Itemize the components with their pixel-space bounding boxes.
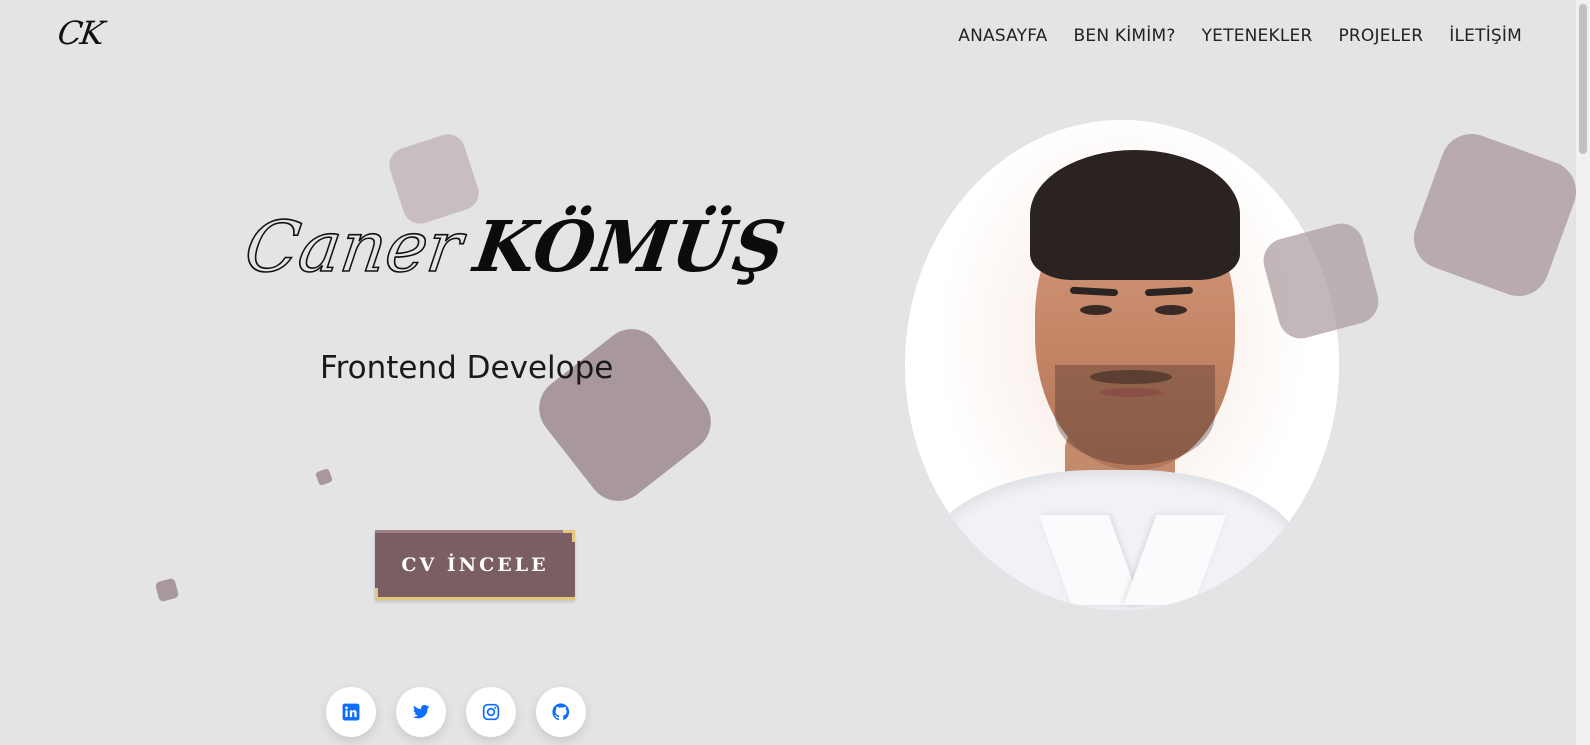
github-icon [552, 703, 570, 721]
scrollbar-thumb[interactable] [1579, 4, 1587, 154]
button-border-bottom [375, 597, 575, 600]
button-corner [563, 530, 575, 542]
button-border-top [375, 530, 575, 533]
cv-button-label: CV İNCELE [401, 554, 549, 576]
hero-first-name: Caner [239, 205, 468, 289]
main-nav: ANASAYFA BEN KİMİM? YETENEKLER PROJELER … [958, 26, 1522, 46]
github-button[interactable] [536, 687, 586, 737]
decor-square [154, 577, 180, 603]
decor-square [526, 316, 724, 514]
instagram-button[interactable] [466, 687, 516, 737]
decor-square [1405, 125, 1585, 305]
nav-item-ben-kimim[interactable]: BEN KİMİM? [1074, 26, 1176, 46]
linkedin-icon [342, 703, 360, 721]
twitter-button[interactable] [396, 687, 446, 737]
nav-item-yetenekler[interactable]: YETENEKLER [1202, 26, 1313, 46]
nav-item-projeler[interactable]: PROJELER [1338, 26, 1423, 46]
logo[interactable]: CK [55, 14, 105, 52]
scrollbar[interactable] [1576, 0, 1590, 745]
cv-button[interactable]: CV İNCELE [375, 530, 575, 600]
hero-name: CanerKÖMÜŞ [239, 205, 790, 289]
social-links [326, 687, 586, 737]
button-corner [375, 588, 387, 600]
page: CK ANASAYFA BEN KİMİM? YETENEKLER PROJEL… [0, 0, 1590, 745]
nav-item-anasayfa[interactable]: ANASAYFA [958, 26, 1047, 46]
linkedin-button[interactable] [326, 687, 376, 737]
profile-photo [905, 120, 1339, 610]
hero-last-name: KÖMÜŞ [469, 205, 791, 288]
instagram-icon [482, 703, 500, 721]
twitter-icon [412, 704, 430, 719]
nav-item-iletisim[interactable]: İLETİŞİM [1449, 26, 1522, 46]
decor-square [315, 468, 333, 486]
hero-role: Frontend Develope [320, 350, 614, 386]
